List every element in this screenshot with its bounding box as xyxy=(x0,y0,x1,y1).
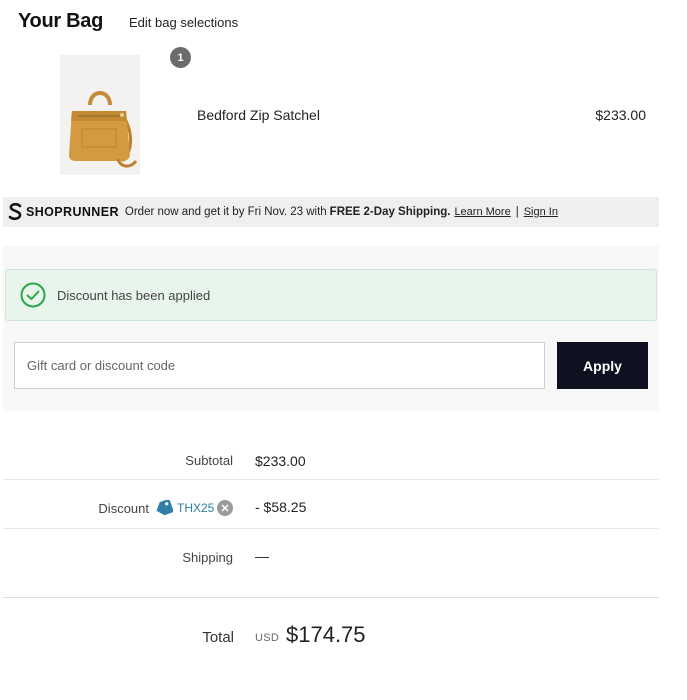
shoprunner-separator: | xyxy=(515,206,519,218)
edit-bag-link[interactable]: Edit bag selections xyxy=(129,15,238,30)
shoprunner-logo: SHOPRUNNER xyxy=(8,203,119,221)
discount-code-input[interactable] xyxy=(14,342,545,389)
shoprunner-learn-more-link[interactable]: Learn More xyxy=(454,206,510,218)
total-label: Total xyxy=(202,629,234,646)
tag-icon xyxy=(156,500,173,516)
total-currency: USD xyxy=(255,632,280,644)
remove-discount-icon[interactable]: ✕ xyxy=(217,500,233,516)
product-price: $233.00 xyxy=(595,107,646,123)
subtotal-value: $233.00 xyxy=(255,453,306,469)
shoprunner-brand: SHOPRUNNER xyxy=(26,205,119,219)
check-circle-icon xyxy=(20,282,46,308)
discount-value: - $58.25 xyxy=(255,499,307,515)
total-amount: $174.75 xyxy=(286,622,366,647)
discount-success-banner: Discount has been applied xyxy=(5,269,657,321)
shoprunner-bar: SHOPRUNNER Order now and get it by Fri N… xyxy=(3,197,659,227)
discount-label: Discount xyxy=(98,501,149,516)
product-image[interactable] xyxy=(60,55,140,175)
discount-success-text: Discount has been applied xyxy=(57,287,211,303)
shipping-label: Shipping xyxy=(182,550,233,565)
discount-row: Discount THX25 ✕ - $58.25 xyxy=(3,480,659,529)
shoprunner-s-icon xyxy=(8,203,22,221)
total-row: Total USD $174.75 xyxy=(3,612,659,662)
apply-button[interactable]: Apply xyxy=(557,342,648,389)
shoprunner-free-shipping: FREE 2-Day Shipping. xyxy=(329,206,451,218)
page-title: Your Bag xyxy=(18,10,104,32)
product-name[interactable]: Bedford Zip Satchel xyxy=(197,107,320,123)
shipping-row: Shipping — xyxy=(3,529,659,598)
satchel-bag-image xyxy=(60,55,140,175)
shoprunner-message: Order now and get it by Fri Nov. 23 with xyxy=(124,206,327,218)
quantity-badge: 1 xyxy=(170,47,191,68)
cart-item: 1 Bedford Zip Satchel $233.00 xyxy=(0,45,660,180)
subtotal-label: Subtotal xyxy=(185,453,233,468)
shoprunner-sign-in-link[interactable]: Sign In xyxy=(524,206,558,218)
subtotal-row: Subtotal $233.00 xyxy=(3,431,659,480)
shipping-value: — xyxy=(255,548,269,564)
discount-panel: Discount has been applied Apply xyxy=(3,246,659,411)
discount-code-label: THX25 xyxy=(177,501,215,515)
bag-header: Your Bag Edit bag selections xyxy=(18,10,238,33)
